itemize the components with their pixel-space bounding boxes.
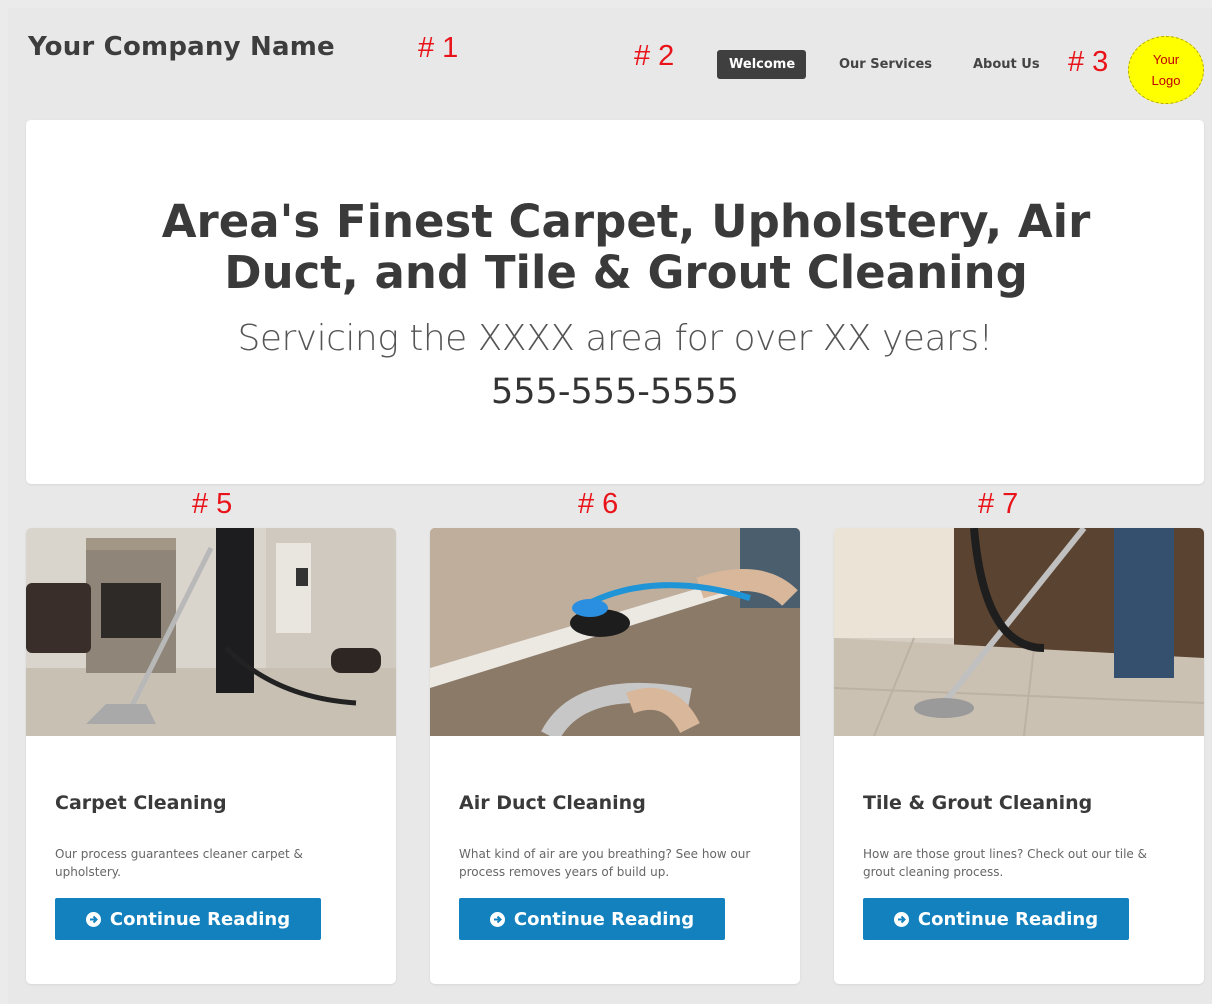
- service-card-carpet: Carpet Cleaning Our process guarantees c…: [26, 528, 396, 984]
- card-description: How are those grout lines? Check out our…: [863, 847, 1147, 879]
- arrow-circle-icon: [489, 911, 505, 927]
- button-label: Continue Reading: [513, 908, 695, 930]
- tile-grout-cleaning-photo: [834, 528, 1204, 736]
- arrow-circle-icon: [893, 911, 909, 927]
- annotation-marker-2: # 2: [634, 40, 675, 72]
- hero-title: Area's Finest Carpet, Upholstery, Air Du…: [161, 195, 1091, 299]
- continue-reading-button[interactable]: Continue Reading: [863, 898, 1129, 940]
- carpet-cleaning-photo: [26, 528, 396, 736]
- service-card-tile-grout: Tile & Grout Cleaning How are those grou…: [834, 528, 1204, 984]
- continue-reading-button[interactable]: Continue Reading: [459, 898, 725, 940]
- logo-text-line2: Logo: [1151, 73, 1181, 88]
- nav-welcome[interactable]: Welcome: [717, 50, 806, 79]
- card-title: Tile & Grout Cleaning: [863, 792, 1093, 814]
- card-title: Carpet Cleaning: [55, 792, 227, 814]
- card-description: What kind of air are you breathing? See …: [459, 847, 751, 879]
- card-title: Air Duct Cleaning: [459, 792, 646, 814]
- logo-placeholder[interactable]: Your Logo: [1128, 36, 1204, 104]
- nav-our-services[interactable]: Our Services: [827, 50, 944, 79]
- hero-phone[interactable]: 555-555-5555: [26, 372, 1204, 412]
- annotation-marker-3: # 3: [1068, 46, 1109, 78]
- button-label: Continue Reading: [109, 908, 291, 930]
- annotation-marker-7: # 7: [978, 488, 1019, 520]
- air-duct-cleaning-photo: [430, 528, 800, 736]
- hero-subtitle: Servicing the XXXX area for over XX year…: [237, 318, 993, 359]
- logo-text-line1: Your: [1152, 52, 1180, 67]
- arrow-circle-icon: [85, 911, 101, 927]
- annotation-marker-6: # 6: [578, 488, 619, 520]
- service-card-air-duct: Air Duct Cleaning What kind of air are y…: [430, 528, 800, 984]
- button-label: Continue Reading: [917, 908, 1099, 930]
- hero-panel: Area's Finest Carpet, Upholstery, Air Du…: [26, 120, 1204, 484]
- nav-about-us[interactable]: About Us: [961, 50, 1052, 79]
- card-description: Our process guarantees cleaner carpet & …: [55, 847, 303, 879]
- company-name[interactable]: Your Company Name: [28, 32, 335, 62]
- annotation-marker-5: # 5: [192, 488, 233, 520]
- continue-reading-button[interactable]: Continue Reading: [55, 898, 321, 940]
- annotation-marker-1: # 1: [418, 32, 459, 64]
